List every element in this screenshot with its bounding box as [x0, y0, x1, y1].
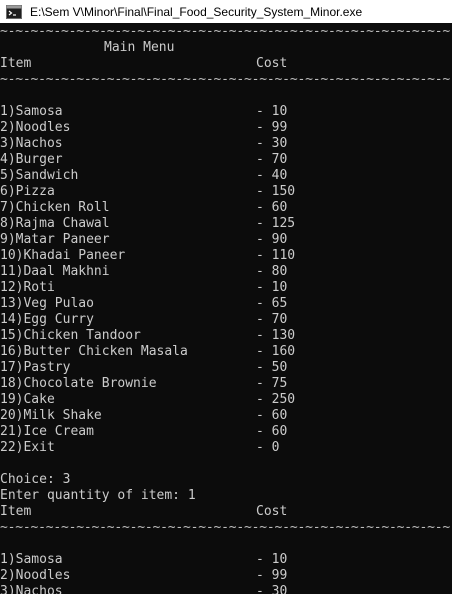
- header-cost: Cost: [256, 504, 288, 519]
- menu-item-name: 1)Samosa: [0, 552, 63, 567]
- menu-item-name: 1)Samosa: [0, 104, 63, 119]
- menu-item-cost: - 0: [256, 440, 280, 455]
- menu-row: 17)Pastry - 50: [0, 360, 452, 376]
- menu-row: 1)Samosa - 10: [0, 552, 452, 568]
- console-output[interactable]: ~-~-~-~-~-~-~-~-~-~-~-~-~-~-~-~-~-~-~-~-…: [0, 23, 452, 594]
- menu-row: 13)Veg Pulao - 65: [0, 296, 452, 312]
- menu-list: 1)Samosa - 10 2)Noodles - 99 3)Nachos - 30 4)B…: [0, 104, 452, 456]
- divider-line: ~-~-~-~-~-~-~-~-~-~-~-~-~-~-~-~-~-~-~-~-…: [0, 72, 452, 87]
- console-app-icon: [6, 4, 22, 19]
- menu-item-name: 3)Nachos: [0, 136, 63, 151]
- menu-item-name: 20)Milk Shake: [0, 408, 102, 423]
- menu-row: 12)Roti - 10: [0, 280, 452, 296]
- menu-item-name: 18)Chocolate Brownie: [0, 376, 157, 391]
- menu-item-name: 11)Daal Makhni: [0, 264, 110, 279]
- menu-item-name: 4)Burger: [0, 152, 63, 167]
- menu-item-cost: - 110: [256, 248, 296, 263]
- menu-item-name: 6)Pizza: [0, 184, 55, 199]
- menu-item-cost: - 150: [256, 184, 296, 199]
- menu-item-name: 21)Ice Cream: [0, 424, 94, 439]
- menu-row: 21)Ice Cream - 60: [0, 424, 452, 440]
- menu-item-cost: - 80: [256, 264, 288, 279]
- menu-item-name: 15)Chicken Tandoor: [0, 328, 141, 343]
- menu-item-name: 7)Chicken Roll: [0, 200, 110, 215]
- menu-row: 2)Noodles - 99: [0, 120, 452, 136]
- menu-item-name: 14)Egg Curry: [0, 312, 94, 327]
- divider-line: ~-~-~-~-~-~-~-~-~-~-~-~-~-~-~-~-~-~-~-~-…: [0, 520, 452, 535]
- menu-row: 1)Samosa - 10: [0, 104, 452, 120]
- column-header-row: Item Cost: [0, 56, 452, 72]
- menu-row: 3)Nachos - 30: [0, 136, 452, 152]
- menu-item-cost: - 90: [256, 232, 288, 247]
- menu-item-cost: - 70: [256, 152, 288, 167]
- menu-row: 20)Milk Shake - 60: [0, 408, 452, 424]
- menu-item-cost: - 130: [256, 328, 296, 343]
- menu-item-name: 2)Noodles: [0, 568, 71, 583]
- menu-row: 10)Khadai Paneer - 110: [0, 248, 452, 264]
- divider-line: ~-~-~-~-~-~-~-~-~-~-~-~-~-~-~-~-~-~-~-~-…: [0, 24, 452, 39]
- menu-list-repeat: 1)Samosa - 10 2)Noodles - 99 3)Nachos - 30: [0, 552, 452, 594]
- menu-row: 19)Cake - 250: [0, 392, 452, 408]
- menu-item-name: 12)Roti: [0, 280, 55, 295]
- menu-item-cost: - 10: [256, 552, 288, 567]
- menu-row: 4)Burger - 70: [0, 152, 452, 168]
- menu-item-name: 19)Cake: [0, 392, 55, 407]
- choice-line: Choice: 3: [0, 472, 71, 487]
- menu-item-name: 8)Rajma Chawal: [0, 216, 110, 231]
- menu-item-name: 16)Butter Chicken Masala: [0, 344, 188, 359]
- menu-item-cost: - 60: [256, 200, 288, 215]
- menu-item-name: 9)Matar Paneer: [0, 232, 110, 247]
- menu-item-cost: - 160: [256, 344, 296, 359]
- menu-row: 14)Egg Curry - 70: [0, 312, 452, 328]
- menu-item-name: 13)Veg Pulao: [0, 296, 94, 311]
- menu-row: 6)Pizza - 150: [0, 184, 452, 200]
- menu-item-name: 5)Sandwich: [0, 168, 79, 183]
- menu-item-cost: - 40: [256, 168, 288, 183]
- menu-row: 15)Chicken Tandoor - 130: [0, 328, 452, 344]
- menu-item-cost: - 10: [256, 280, 288, 295]
- menu-item-cost: - 50: [256, 360, 288, 375]
- menu-item-cost: - 75: [256, 376, 288, 391]
- menu-title-row: Main Menu: [0, 40, 452, 56]
- menu-item-name: 17)Pastry: [0, 360, 71, 375]
- menu-row: 2)Noodles - 99: [0, 568, 452, 584]
- menu-item-cost: - 65: [256, 296, 288, 311]
- menu-item-cost: - 99: [256, 120, 288, 135]
- header-cost: Cost: [256, 56, 288, 71]
- menu-row: 16)Butter Chicken Masala - 160: [0, 344, 452, 360]
- menu-item-cost: - 70: [256, 312, 288, 327]
- window-titlebar[interactable]: E:\Sem V\Minor\Final\Final_Food_Security…: [0, 0, 452, 23]
- menu-item-name: 2)Noodles: [0, 120, 71, 135]
- menu-item-name: 22)Exit: [0, 440, 55, 455]
- menu-item-cost: - 60: [256, 424, 288, 439]
- menu-item-cost: - 30: [256, 136, 288, 151]
- menu-item-name: 10)Khadai Paneer: [0, 248, 126, 263]
- menu-item-cost: - 10: [256, 104, 288, 119]
- menu-row: 18)Chocolate Brownie - 75: [0, 376, 452, 392]
- menu-item-cost: - 250: [256, 392, 296, 407]
- menu-item-cost: - 99: [256, 568, 288, 583]
- menu-row: 7)Chicken Roll - 60: [0, 200, 452, 216]
- column-header-row: Item Cost: [0, 504, 452, 520]
- window-title: E:\Sem V\Minor\Final\Final_Food_Security…: [30, 4, 363, 19]
- header-item: Item: [0, 504, 32, 519]
- menu-row: 8)Rajma Chawal - 125: [0, 216, 452, 232]
- menu-title: Main Menu: [104, 40, 175, 55]
- menu-row: 11)Daal Makhni - 80: [0, 264, 452, 280]
- menu-row: 5)Sandwich - 40: [0, 168, 452, 184]
- quantity-prompt-line: Enter quantity of item: 1: [0, 488, 196, 503]
- menu-row: 22)Exit - 0: [0, 440, 452, 456]
- menu-row: 9)Matar Paneer - 90: [0, 232, 452, 248]
- menu-item-cost: - 60: [256, 408, 288, 423]
- menu-item-cost: - 125: [256, 216, 296, 231]
- header-item: Item: [0, 56, 32, 71]
